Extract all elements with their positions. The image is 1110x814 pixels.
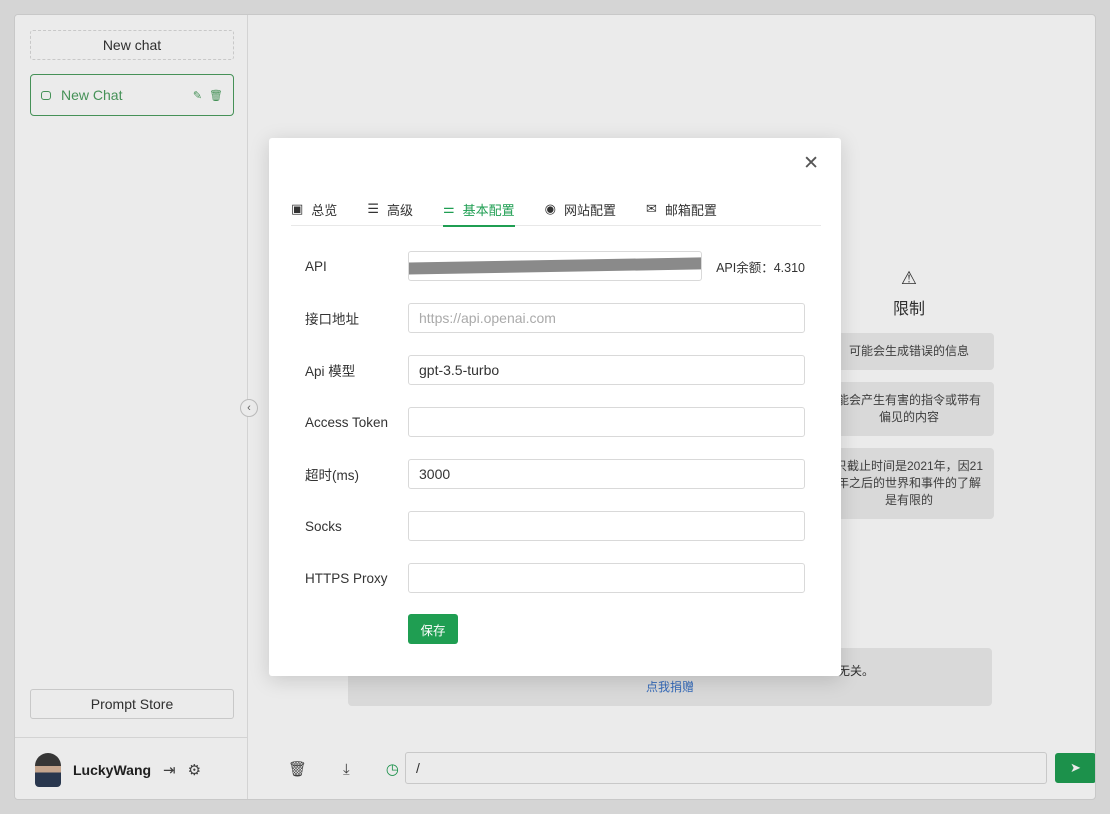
endpoint-label: 接口地址	[305, 312, 359, 327]
api-key-input[interactable]	[408, 251, 703, 281]
redacted-key	[409, 257, 702, 275]
https-proxy-label: HTTPS Proxy	[305, 570, 388, 586]
model-input[interactable]: gpt-3.5-turbo	[408, 355, 805, 385]
access-token-label: Access Token	[305, 414, 389, 430]
tab-mail-config[interactable]: ✉ 邮箱配置	[646, 192, 717, 226]
socks-label: Socks	[305, 518, 342, 534]
timeout-row: 超时(ms) 3000	[305, 459, 805, 489]
settings-modal: ✕ ▣ 总览 ☰ 高级 ⚌ 基本配置 ◉ 网站配置 ✉ 邮箱配置 API API…	[269, 138, 841, 676]
api-row: API API余额：4.310	[305, 251, 805, 281]
document-icon: ▣	[291, 201, 304, 216]
access-token-input[interactable]	[408, 407, 805, 437]
gear-icon: ◉	[544, 201, 556, 216]
https-proxy-input[interactable]	[408, 563, 805, 593]
tab-label: 高级	[386, 202, 413, 218]
close-icon[interactable]: ✕	[803, 152, 819, 175]
tab-advanced[interactable]: ☰ 高级	[367, 192, 413, 226]
model-row: Api 模型 gpt-3.5-turbo	[305, 355, 805, 385]
model-label: Api 模型	[305, 364, 356, 379]
tab-overview[interactable]: ▣ 总览	[291, 192, 337, 226]
timeout-label: 超时(ms)	[305, 468, 359, 483]
settings-tabs: ▣ 总览 ☰ 高级 ⚌ 基本配置 ◉ 网站配置 ✉ 邮箱配置	[291, 192, 821, 227]
access-token-row: Access Token	[305, 407, 805, 437]
api-label: API	[305, 258, 327, 274]
save-button[interactable]: 保存	[408, 614, 458, 644]
timeout-input[interactable]: 3000	[408, 459, 805, 489]
mail-icon: ✉	[646, 201, 657, 216]
tab-label: 总览	[311, 202, 338, 218]
api-balance: API余额：4.310	[716, 260, 805, 275]
https-proxy-row: HTTPS Proxy	[305, 563, 805, 593]
config-icon: ⚌	[442, 201, 455, 216]
endpoint-input[interactable]: https://api.openai.com	[408, 303, 805, 333]
tab-site-config[interactable]: ◉ 网站配置	[545, 192, 616, 226]
tab-basic-config[interactable]: ⚌ 基本配置	[442, 192, 515, 227]
socks-input[interactable]	[408, 511, 805, 541]
tab-label: 网站配置	[564, 202, 617, 218]
tab-label: 邮箱配置	[664, 202, 717, 218]
sliders-icon: ☰	[367, 201, 379, 216]
tab-label: 基本配置	[462, 202, 515, 218]
socks-row: Socks	[305, 511, 805, 541]
endpoint-row: 接口地址 https://api.openai.com	[305, 303, 805, 333]
